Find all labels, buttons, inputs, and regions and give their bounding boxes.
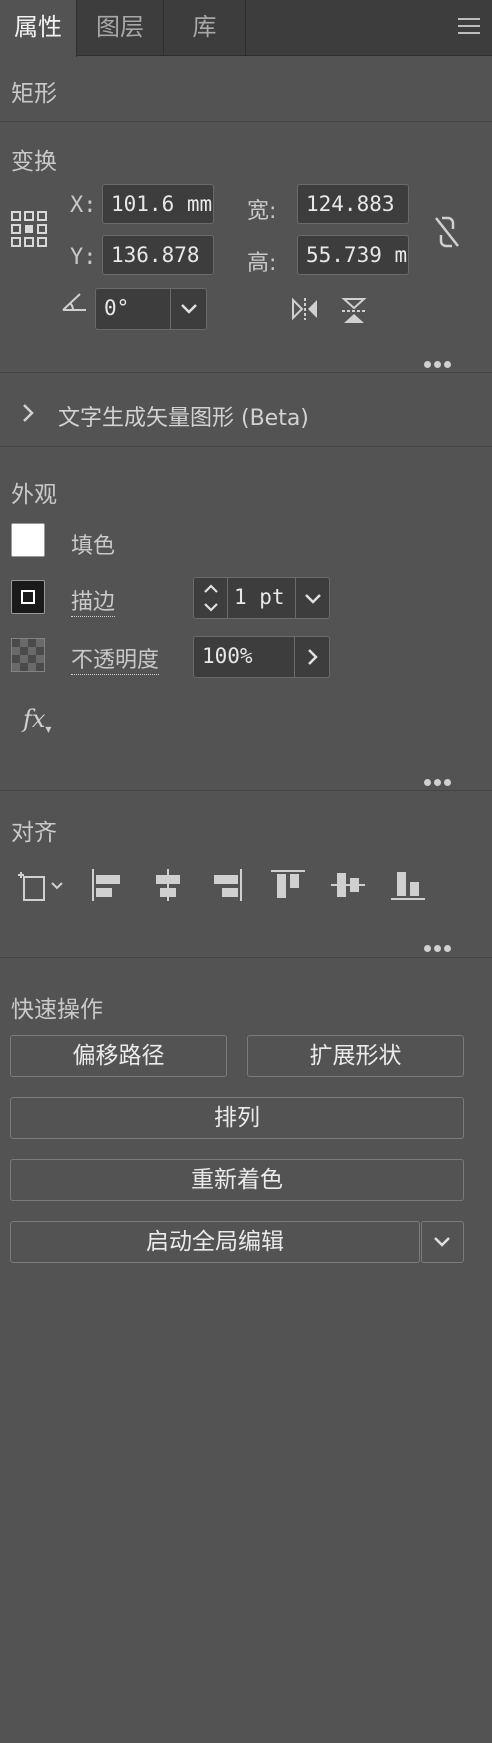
stroke-label[interactable]: 描边 bbox=[71, 584, 116, 617]
tab-properties[interactable]: 属性 bbox=[0, 0, 77, 57]
stroke-weight-input[interactable]: 1 pt bbox=[234, 578, 285, 616]
align-horizontal-center-icon[interactable] bbox=[152, 868, 184, 902]
chevron-down-icon bbox=[434, 1237, 450, 1247]
chevron-down-icon bbox=[305, 594, 321, 604]
transform-title: 变换 bbox=[11, 149, 57, 175]
align-title: 对齐 bbox=[11, 820, 57, 846]
align-to-selection-icon[interactable] bbox=[16, 870, 66, 902]
tab-libraries[interactable]: 库 bbox=[164, 0, 246, 56]
fx-effects-icon[interactable]: fx▾ bbox=[23, 705, 51, 736]
opacity-checker-icon[interactable] bbox=[11, 638, 45, 672]
flip-horizontal-icon[interactable] bbox=[290, 296, 320, 322]
align-vertical-center-icon[interactable] bbox=[330, 868, 366, 902]
y-label: Y: bbox=[70, 245, 97, 270]
angle-dropdown-button[interactable] bbox=[170, 289, 206, 329]
align-left-icon[interactable] bbox=[90, 868, 122, 902]
stroke-weight-control: 1 pt bbox=[193, 577, 330, 619]
align-right-icon[interactable] bbox=[212, 868, 244, 902]
opacity-value: 100% bbox=[202, 644, 253, 668]
height-label: 高: bbox=[247, 251, 277, 276]
width-input[interactable]: 124.883 mm bbox=[297, 184, 409, 224]
stroke-stepper[interactable] bbox=[194, 578, 228, 618]
angle-icon bbox=[62, 293, 86, 311]
stepper-arrows-icon bbox=[204, 584, 218, 612]
width-label: 宽: bbox=[247, 199, 277, 224]
divider bbox=[0, 446, 492, 447]
divider bbox=[0, 121, 492, 122]
height-input[interactable]: 55.739 mm bbox=[297, 235, 409, 275]
align-more-options-icon[interactable] bbox=[424, 933, 454, 952]
arrange-button[interactable]: 排列 bbox=[10, 1097, 464, 1139]
stroke-swatch[interactable] bbox=[11, 580, 45, 614]
reference-point-icon[interactable] bbox=[10, 210, 48, 248]
stroke-weight-dropdown[interactable] bbox=[295, 578, 329, 618]
x-label: X: bbox=[70, 193, 97, 218]
fill-label: 填色 bbox=[71, 534, 116, 559]
align-bottom-icon[interactable] bbox=[390, 868, 426, 902]
fx-caret: ▾ bbox=[45, 722, 52, 736]
transform-more-options-icon[interactable] bbox=[424, 349, 454, 368]
appearance-more-options-icon[interactable] bbox=[424, 767, 454, 786]
recolor-button[interactable]: 重新着色 bbox=[10, 1159, 464, 1201]
fill-swatch[interactable] bbox=[11, 523, 45, 557]
x-input[interactable]: 101.6 mm bbox=[102, 184, 214, 224]
panel-tab-bar: 属性 图层 库 bbox=[0, 0, 492, 57]
start-global-edit-button[interactable]: 启动全局编辑 bbox=[10, 1221, 420, 1263]
divider bbox=[0, 372, 492, 373]
angle-value: 0° bbox=[104, 296, 130, 320]
fx-label: fx bbox=[23, 705, 46, 733]
opacity-slider-button[interactable] bbox=[294, 637, 329, 677]
object-type-label: 矩形 bbox=[11, 81, 57, 107]
divider bbox=[0, 957, 492, 958]
stroke-swatch-inner bbox=[21, 590, 35, 604]
tab-layers[interactable]: 图层 bbox=[77, 0, 164, 56]
appearance-title: 外观 bbox=[11, 482, 57, 508]
divider bbox=[0, 790, 492, 791]
chevron-right-icon bbox=[308, 649, 318, 665]
panel-menu-icon[interactable] bbox=[458, 18, 480, 36]
expand-shape-button[interactable]: 扩展形状 bbox=[247, 1035, 464, 1077]
chevron-down-icon bbox=[181, 304, 197, 314]
link-proportions-icon[interactable] bbox=[432, 214, 462, 250]
opacity-label[interactable]: 不透明度 bbox=[71, 642, 160, 675]
align-top-icon[interactable] bbox=[270, 868, 306, 902]
offset-path-button[interactable]: 偏移路径 bbox=[10, 1035, 227, 1077]
quick-actions-title: 快速操作 bbox=[11, 997, 103, 1023]
chevron-right-icon[interactable] bbox=[20, 402, 36, 424]
text-to-vector-label[interactable]: 文字生成矢量图形 (Beta) bbox=[58, 400, 309, 432]
y-input[interactable]: 136.878 mm bbox=[102, 235, 214, 275]
flip-vertical-icon[interactable] bbox=[340, 296, 368, 324]
global-edit-options-button[interactable] bbox=[421, 1221, 464, 1263]
